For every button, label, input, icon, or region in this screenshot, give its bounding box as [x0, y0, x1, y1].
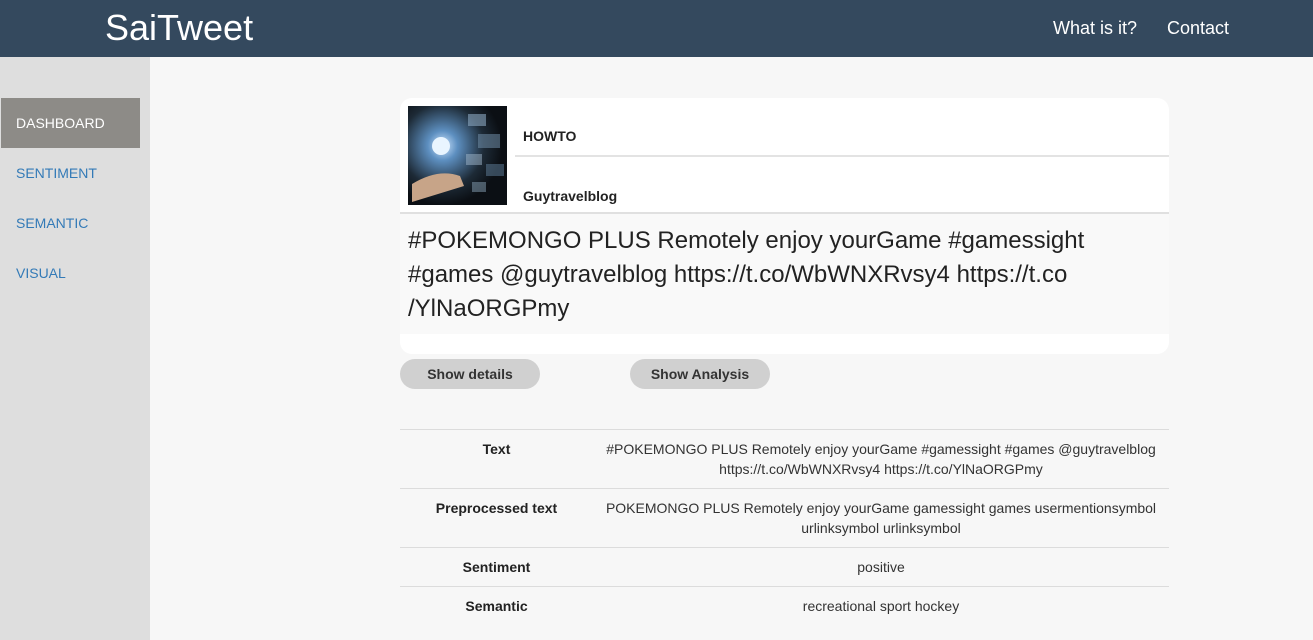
- tweet-card-header: HOWTO Guytravelblog: [400, 98, 1169, 214]
- nav-contact[interactable]: Contact: [1167, 17, 1229, 39]
- row-label: Preprocessed text: [400, 488, 593, 548]
- sidebar-item-dashboard[interactable]: DASHBOARD: [1, 98, 140, 148]
- show-details-button[interactable]: Show details: [400, 359, 540, 389]
- row-label: Semantic: [400, 586, 593, 625]
- tweet-text-line: #POKEMONGO PLUS Remotely enjoy yourGame …: [408, 227, 1085, 254]
- sidebar-item-sentiment[interactable]: SENTIMENT: [1, 148, 140, 198]
- row-value: positive: [593, 547, 1169, 587]
- header-divider: [515, 155, 1169, 157]
- row-value: POKEMONGO PLUS Remotely enjoy yourGame g…: [593, 488, 1169, 548]
- row-value-line: urlinksymbol urlinksymbol: [801, 520, 961, 536]
- row-label: Sentiment: [400, 547, 593, 587]
- row-value-line: POKEMONGO PLUS Remotely enjoy yourGame g…: [605, 500, 1157, 516]
- tweet-image: [408, 106, 507, 205]
- row-value-line: positive: [857, 559, 905, 575]
- tweet-text-line: #games @guytravelblog https://t.co/WbWNX…: [408, 261, 1068, 288]
- tweet-card: HOWTO Guytravelblog #POKEMONGO PLUS Remo…: [400, 98, 1169, 354]
- sidebar: DASHBOARD SENTIMENT SEMANTIC VISUAL: [0, 57, 150, 640]
- brand-logo[interactable]: SaiTweet: [105, 6, 253, 50]
- row-value: recreational sport hockey: [593, 586, 1169, 625]
- row-value-line: #POKEMONGO PLUS Remotely enjoy yourGame …: [606, 441, 1156, 457]
- tweet-text-line: /YlNaORGPmy: [408, 295, 570, 322]
- row-value-line: https://t.co/WbWNXRvsy4 https://t.co/YlN…: [719, 461, 1043, 477]
- table-row: Preprocessed text POKEMONGO PLUS Remotel…: [400, 488, 1169, 548]
- tweet-card-footer: [400, 334, 1169, 354]
- sidebar-item-visual[interactable]: VISUAL: [1, 248, 140, 298]
- row-label: Text: [400, 429, 593, 489]
- table-row: Sentiment positive: [400, 547, 1169, 587]
- nav-what-is-it[interactable]: What is it?: [1053, 17, 1137, 39]
- table-row: Text #POKEMONGO PLUS Remotely enjoy your…: [400, 429, 1169, 489]
- table-row: Semantic recreational sport hockey: [400, 586, 1169, 625]
- tweet-text: #POKEMONGO PLUS Remotely enjoy yourGame …: [408, 224, 1108, 326]
- tweet-username[interactable]: Guytravelblog: [523, 188, 617, 204]
- row-value: #POKEMONGO PLUS Remotely enjoy yourGame …: [593, 429, 1169, 489]
- details-table: Text #POKEMONGO PLUS Remotely enjoy your…: [400, 429, 1169, 625]
- sidebar-item-semantic[interactable]: SEMANTIC: [1, 198, 140, 248]
- show-analysis-button[interactable]: Show Analysis: [630, 359, 770, 389]
- top-navbar: SaiTweet What is it? Contact: [0, 0, 1313, 57]
- tweet-title: HOWTO: [523, 128, 577, 144]
- row-value-line: recreational sport hockey: [802, 598, 960, 614]
